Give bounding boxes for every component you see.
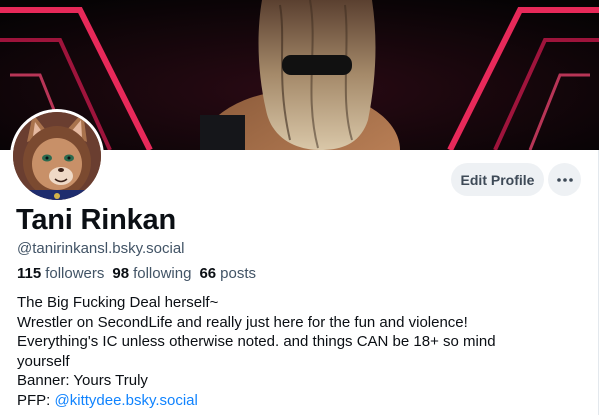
bio-line: Banner: Yours Truly (17, 372, 148, 390)
bio-pfp-prefix: PFP: (17, 391, 55, 409)
ellipsis-icon (556, 177, 573, 182)
followers-label: followers (45, 265, 105, 282)
more-options-button[interactable] (548, 163, 581, 196)
bio-line: Wrestler on SecondLife and really just h… (17, 313, 468, 331)
pfp-mention-link[interactable]: @kittydee.bsky.social (55, 392, 198, 409)
profile-stats: 115 followers 98 following 66 posts (17, 265, 256, 282)
profile-page: Edit Profile Tani Rinkan @tanirinkansl.b… (0, 0, 599, 415)
profile-handle: @tanirinkansl.bsky.social (17, 240, 185, 257)
bio-pfp-line: PFP: @kittydee.bsky.social (17, 391, 577, 411)
following-link[interactable]: 98 following (112, 265, 191, 282)
profile-bio: The Big Fucking Deal herself~ Wrestler o… (17, 293, 577, 411)
posts-count: 66 (199, 265, 217, 282)
followers-count: 115 (17, 265, 42, 282)
bio-line: Everything's IC unless otherwise noted. … (17, 333, 496, 351)
display-name: Tani Rinkan (16, 204, 177, 236)
bio-line: The Big Fucking Deal herself~ (17, 294, 219, 311)
avatar-image (13, 112, 101, 200)
following-count: 98 (112, 265, 130, 282)
bio-line: yourself (17, 352, 70, 370)
following-label: following (133, 265, 192, 282)
edit-profile-button[interactable]: Edit Profile (451, 163, 544, 196)
followers-link[interactable]: 115 followers (17, 265, 104, 282)
posts-stat: 66 posts (199, 265, 256, 282)
posts-label: posts (220, 265, 256, 282)
avatar[interactable] (10, 109, 104, 203)
